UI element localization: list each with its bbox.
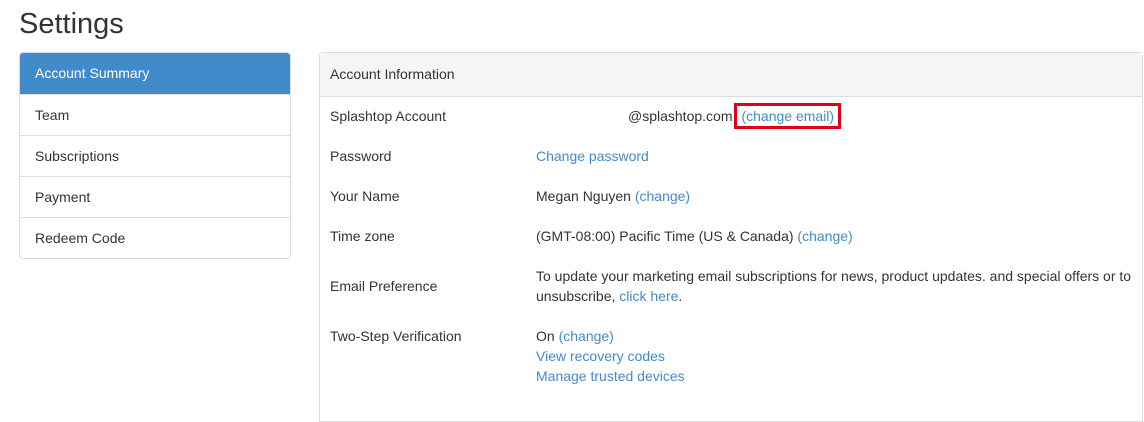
name-label: Your Name bbox=[330, 188, 400, 204]
account-label: Splashtop Account bbox=[330, 108, 446, 124]
timezone-text: (GMT-08:00) Pacific Time (US & Canada) bbox=[536, 228, 794, 244]
change-two-step-link[interactable]: (change) bbox=[559, 328, 614, 344]
sidebar-item-subscriptions[interactable]: Subscriptions bbox=[20, 135, 290, 176]
manage-trusted-devices-link[interactable]: Manage trusted devices bbox=[536, 368, 685, 384]
panel-heading: Account Information bbox=[320, 53, 1142, 97]
settings-sidebar: Account Summary Team Subscriptions Payme… bbox=[19, 52, 291, 259]
timezone-label: Time zone bbox=[330, 228, 395, 244]
two-step-label: Two-Step Verification bbox=[330, 328, 462, 344]
change-email-highlight: (change email) bbox=[734, 103, 842, 129]
sidebar-item-redeem-code[interactable]: Redeem Code bbox=[20, 217, 290, 258]
change-password-link[interactable]: Change password bbox=[536, 148, 649, 164]
user-name: Megan Nguyen bbox=[536, 188, 631, 204]
view-recovery-codes-link[interactable]: View recovery codes bbox=[536, 348, 665, 364]
two-step-status: On bbox=[536, 328, 555, 344]
change-timezone-link[interactable]: (change) bbox=[797, 228, 852, 244]
email-preference-value: To update your marketing email subscript… bbox=[536, 266, 1136, 306]
sidebar-item-account-summary[interactable]: Account Summary bbox=[20, 53, 290, 94]
change-email-link[interactable]: (change email) bbox=[741, 108, 834, 124]
two-step-value: On (change) View recovery codes Manage t… bbox=[536, 326, 1136, 386]
email-preference-suffix: . bbox=[678, 288, 683, 304]
sidebar-item-team[interactable]: Team bbox=[20, 94, 290, 135]
change-name-link[interactable]: (change) bbox=[635, 188, 690, 204]
page-title: Settings bbox=[19, 8, 124, 40]
timezone-value: (GMT-08:00) Pacific Time (US & Canada) (… bbox=[536, 226, 1136, 246]
password-label: Password bbox=[330, 148, 392, 164]
email-preference-label: Email Preference bbox=[330, 278, 438, 294]
account-value: @splashtop.com (change email) bbox=[536, 103, 1136, 129]
account-information-panel: Account Information Splashtop Account @s… bbox=[319, 52, 1143, 422]
click-here-link[interactable]: click here bbox=[619, 288, 678, 304]
sidebar-item-payment[interactable]: Payment bbox=[20, 176, 290, 217]
password-value: Change password bbox=[536, 146, 1136, 166]
account-email-domain: @splashtop.com bbox=[628, 108, 733, 124]
name-value: Megan Nguyen (change) bbox=[536, 186, 1136, 206]
